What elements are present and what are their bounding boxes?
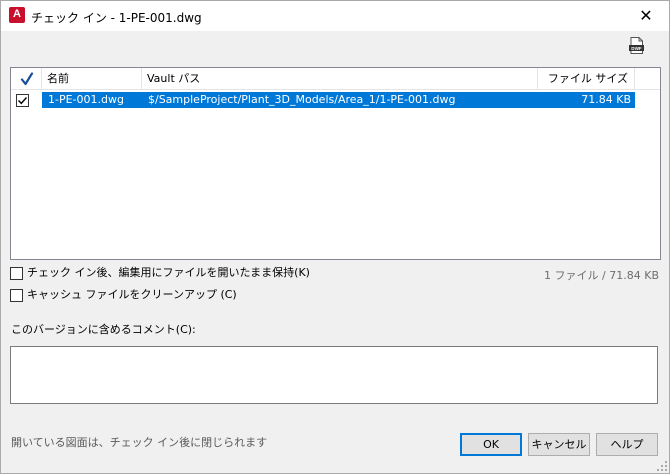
comment-textarea[interactable] — [10, 346, 658, 404]
close-button[interactable]: ✕ — [623, 1, 669, 31]
dwf-file-icon[interactable]: DWF — [628, 37, 645, 54]
autocad-app-icon: A — [9, 7, 25, 23]
file-list-header: 名前 Vault パス ファイル サイズ — [11, 68, 660, 90]
keep-checked-out-option[interactable]: チェック イン後、編集用にファイルを開いたまま保持(K) — [10, 266, 310, 280]
checkbox-check-icon — [18, 97, 28, 105]
column-header-check[interactable] — [11, 68, 42, 90]
cancel-button[interactable]: キャンセル — [528, 433, 590, 456]
row-checkbox[interactable] — [16, 94, 29, 107]
checkmark-icon — [20, 72, 34, 86]
row-file-size: 71.84 KB — [581, 93, 631, 106]
ok-button[interactable]: OK — [460, 433, 522, 456]
check-in-dialog: A チェック イン - 1-PE-001.dwg ✕ DWF 名前 Vault … — [0, 0, 670, 474]
column-header-vault-path[interactable]: Vault パス — [142, 68, 538, 90]
column-header-name[interactable]: 名前 — [42, 68, 142, 90]
row-file-name: 1-PE-001.dwg — [48, 93, 124, 106]
help-button[interactable]: ヘルプ — [596, 433, 658, 456]
file-list[interactable]: 名前 Vault パス ファイル サイズ 1-PE-001.dwg $/Samp… — [10, 67, 661, 260]
table-row[interactable]: 1-PE-001.dwg $/SampleProject/Plant_3D_Mo… — [11, 92, 660, 108]
cleanup-cache-checkbox[interactable] — [10, 289, 23, 302]
row-vault-path: $/SampleProject/Plant_3D_Models/Area_1/1… — [148, 93, 456, 106]
column-header-file-size[interactable]: ファイル サイズ — [538, 68, 635, 90]
app-icon-letter: A — [13, 8, 21, 20]
keep-checked-out-label: チェック イン後、編集用にファイルを開いたまま保持(K) — [27, 266, 310, 279]
selected-row-highlight[interactable]: 1-PE-001.dwg $/SampleProject/Plant_3D_Mo… — [42, 92, 635, 108]
cleanup-cache-label: キャッシュ ファイルをクリーンアップ (C) — [27, 288, 237, 301]
resize-grip-icon[interactable] — [657, 461, 667, 471]
comment-label: このバージョンに含めるコメント(C): — [11, 323, 196, 336]
close-after-checkin-note: 開いている図面は、チェック イン後に閉じられます — [11, 436, 268, 449]
window-title: チェック イン - 1-PE-001.dwg — [31, 11, 202, 25]
cleanup-cache-option[interactable]: キャッシュ ファイルをクリーンアップ (C) — [10, 288, 310, 302]
keep-checked-out-checkbox[interactable] — [10, 267, 23, 280]
svg-text:DWF: DWF — [631, 46, 642, 51]
title-bar: A チェック イン - 1-PE-001.dwg ✕ — [1, 1, 669, 31]
file-summary: 1 ファイル / 71.84 KB — [544, 269, 659, 282]
